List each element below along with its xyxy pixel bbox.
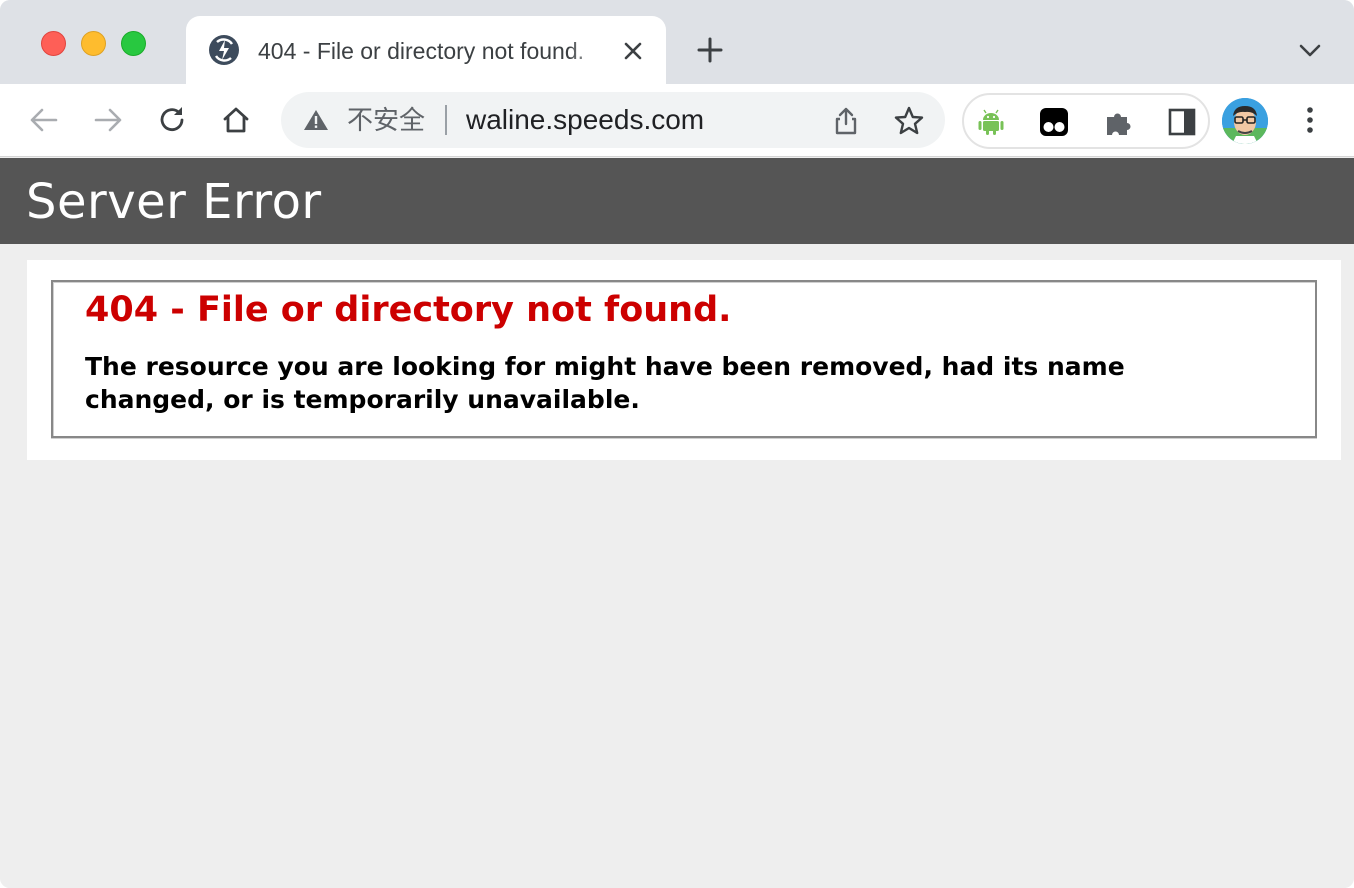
error-description: The resource you are looking for might h… [85,352,1125,414]
address-bar[interactable]: 不安全 waline.speeds.com [281,92,945,148]
tab-strip: 404 - File or directory not found. [0,0,1354,84]
android-icon[interactable] [976,107,1006,137]
error-content-panel: 404 - File or directory not found. The r… [27,260,1341,460]
window-close-button[interactable] [41,31,66,56]
page-title: Server Error [26,174,322,230]
avatar-image [1222,98,1268,144]
chevron-down-icon[interactable] [1296,38,1324,62]
share-icon[interactable] [831,106,861,136]
reload-icon[interactable] [154,102,190,138]
new-tab-icon[interactable] [694,34,726,66]
error-fieldset: 404 - File or directory not found. The r… [51,280,1317,438]
page-content: Server Error 404 - File or directory not… [0,158,1354,888]
warning-icon[interactable] [303,108,329,132]
extensions-group [962,93,1210,149]
browser-window: 404 - File or directory not found. 不安全 w… [0,0,1354,888]
back-arrow-icon[interactable] [26,102,62,138]
home-icon[interactable] [218,102,254,138]
window-maximize-button[interactable] [121,31,146,56]
bookmark-star-icon[interactable] [893,105,925,137]
speeds-favicon-icon [209,35,239,65]
side-panel-icon[interactable] [1167,107,1197,137]
tab-title: 404 - File or directory not found. [258,36,608,66]
server-error-header: Server Error [0,158,1354,244]
address-divider [445,105,447,135]
active-tab[interactable]: 404 - File or directory not found. [186,16,666,84]
forward-arrow-icon[interactable] [90,102,126,138]
puzzle-icon[interactable] [1103,107,1133,137]
profile-avatar[interactable] [1222,98,1268,144]
browser-toolbar: 不安全 waline.speeds.com [0,84,1354,157]
tampermonkey-icon[interactable] [1039,107,1069,137]
window-minimize-button[interactable] [81,31,106,56]
error-title: 404 - File or directory not found. [85,290,732,330]
security-status-label[interactable]: 不安全 [347,104,425,136]
more-menu-icon[interactable] [1296,104,1324,136]
tab-close-icon[interactable] [620,38,646,64]
url-text[interactable]: waline.speeds.com [466,104,704,136]
